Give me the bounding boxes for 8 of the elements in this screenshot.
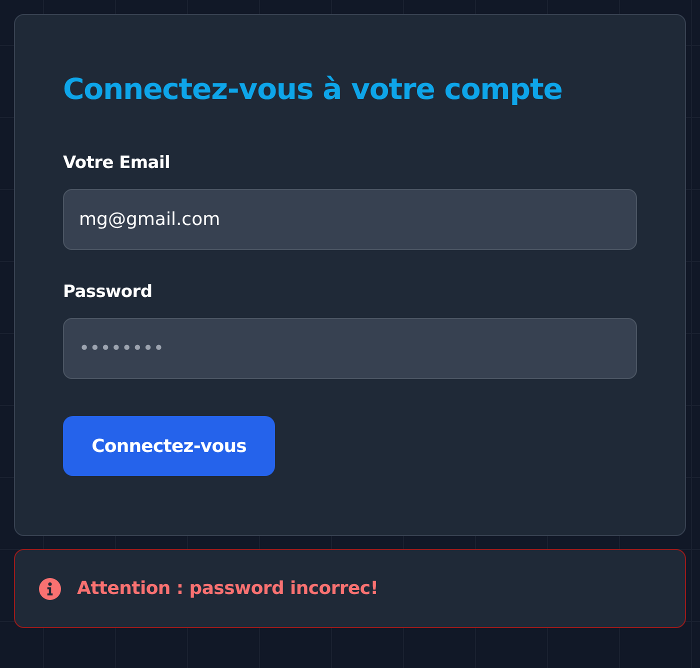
login-title: Connectez-vous à votre compte	[63, 71, 562, 108]
password-field[interactable]: ••••••••	[63, 318, 637, 379]
email-field[interactable]: mg@gmail.com	[63, 189, 637, 250]
info-icon	[39, 578, 61, 600]
error-message: Attention : password incorrec!	[77, 576, 378, 600]
field-label: Password	[63, 281, 152, 304]
field-label: Votre Email	[63, 152, 170, 175]
login-button[interactable]: Connectez-vous	[63, 416, 275, 476]
